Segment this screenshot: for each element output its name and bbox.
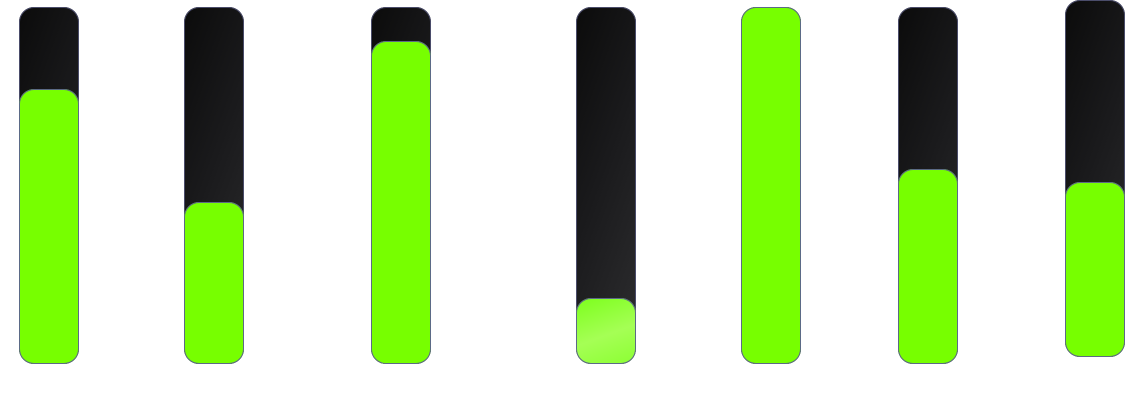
level-meter-panel <box>0 0 1144 417</box>
level-meter-2-fill <box>184 201 244 364</box>
level-meter-7-fill <box>1065 182 1125 357</box>
level-meter-5 <box>741 7 801 364</box>
level-meter-4-fill <box>576 297 636 364</box>
level-meter-2 <box>184 7 244 364</box>
level-meter-4 <box>576 7 636 364</box>
level-meter-6 <box>898 7 958 364</box>
level-meter-3-fill <box>371 40 431 364</box>
level-meter-1-fill <box>19 89 79 364</box>
level-meter-6-fill <box>898 169 958 364</box>
level-meter-5-fill <box>741 7 801 364</box>
level-meter-3 <box>371 7 431 364</box>
level-meter-7 <box>1065 0 1125 357</box>
level-meter-1 <box>19 7 79 364</box>
